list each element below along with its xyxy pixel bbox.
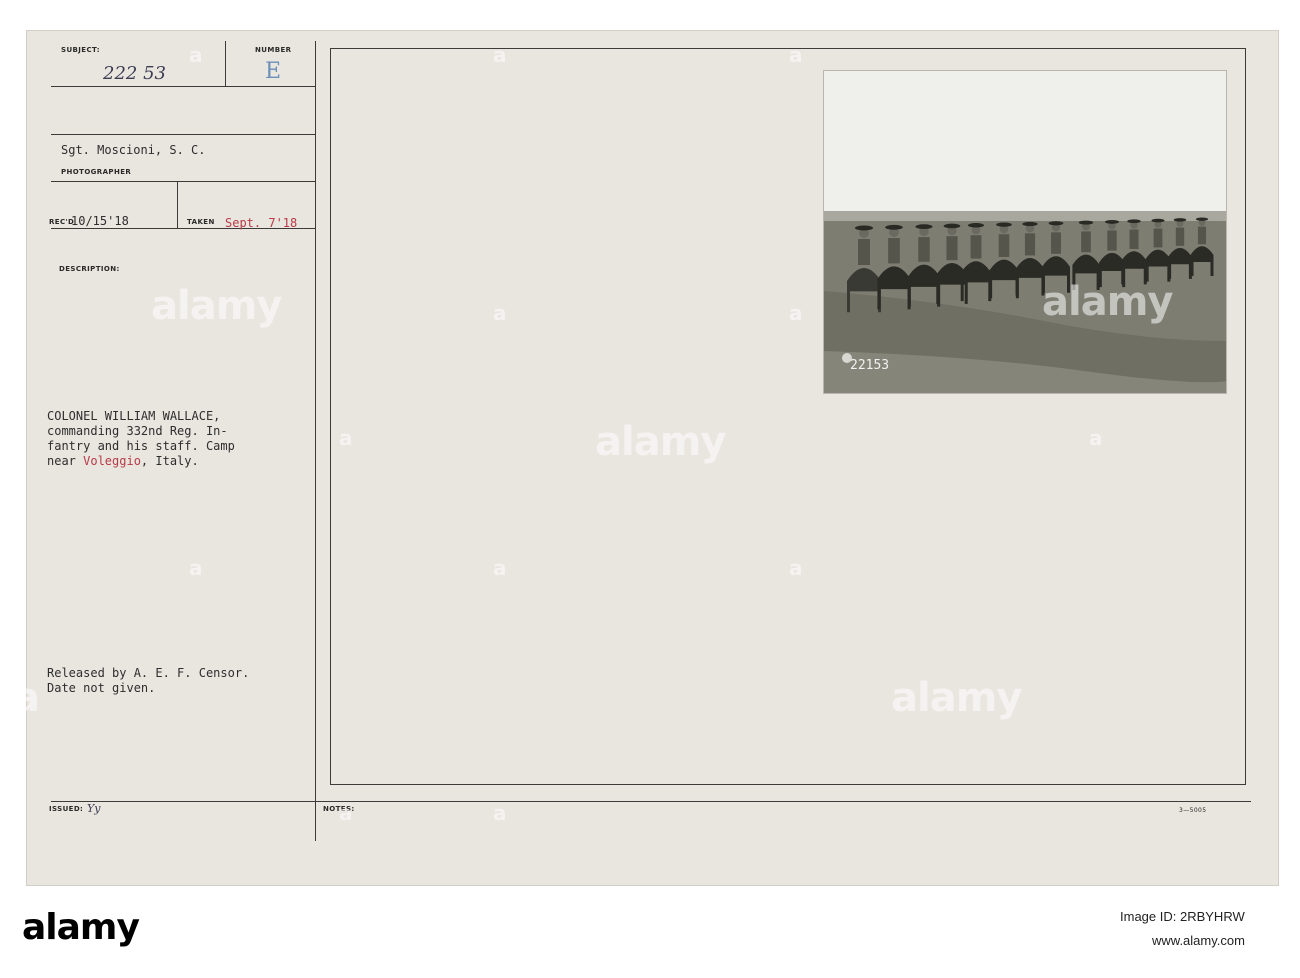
frame-left	[330, 48, 331, 785]
description-text: COLONEL WILLIAM WALLACE, commanding 332n…	[47, 409, 235, 469]
rule-recd-divider	[177, 181, 178, 228]
recd-value: 10/15'18	[71, 214, 129, 228]
watermark-dot: a	[789, 43, 803, 67]
form-code: 3—5005	[1179, 807, 1207, 814]
release-line: Released by A. E. F. Censor.	[47, 666, 250, 680]
watermark-dot: a	[789, 556, 803, 580]
photographer-name: Sgt. Moscioni, S. C.	[61, 143, 206, 157]
watermark-dot: a	[339, 801, 353, 825]
rule-subject	[51, 86, 315, 87]
description-line: commanding 332nd Reg. In-	[47, 424, 228, 438]
watermark-dot: a	[189, 43, 203, 67]
watermark-dot: a	[789, 301, 803, 325]
description-line-red: near Voleggio, Italy.	[47, 454, 235, 469]
description-label: DESCRIPTION:	[59, 265, 120, 273]
description-line: COLONEL WILLIAM WALLACE,	[47, 409, 221, 423]
frame-right	[1245, 48, 1246, 785]
watermark-dot: a	[493, 556, 507, 580]
release-line: Date not given.	[47, 681, 156, 695]
place-name-red: Voleggio	[83, 454, 141, 468]
watermark-dot: a	[189, 556, 203, 580]
subject-value: 222 53	[103, 63, 166, 84]
rule-photographer-bottom	[51, 181, 315, 182]
watermark: alamy	[891, 675, 1022, 721]
number-value: E	[265, 59, 282, 84]
taken-label: TAKEN	[187, 218, 215, 226]
photo-number: 22153	[850, 358, 890, 373]
release-text: Released by A. E. F. Censor. Date not gi…	[47, 666, 249, 696]
watermark: alamy	[595, 419, 726, 465]
frame-top	[330, 48, 1245, 49]
taken-value: Sept. 7'18	[225, 216, 298, 230]
rule-photographer	[51, 134, 315, 135]
number-label: NUMBER	[255, 46, 292, 54]
watermark: alamy	[151, 283, 282, 329]
watermark-dot: a	[339, 426, 353, 450]
description-line: fantry and his staff. Camp	[47, 439, 235, 453]
watermark: a	[13, 675, 40, 721]
photographer-label: PHOTOGRAPHER	[61, 168, 132, 176]
brand-logo: alamy	[22, 907, 140, 948]
watermark-dot: a	[493, 43, 507, 67]
watermark-dot: a	[1089, 426, 1103, 450]
stock-footer: alamy Image ID: 2RBYHRW www.alamy.com	[0, 887, 1300, 978]
subject-label: SUBJECT:	[61, 46, 100, 54]
archival-photograph: alamy 22153	[823, 70, 1227, 394]
image-id-text: Image ID: 2RBYHRW	[1120, 909, 1245, 924]
rule-bottom	[51, 801, 1251, 802]
issued-label: ISSUED:	[49, 805, 84, 813]
frame-bottom	[330, 784, 1245, 785]
description-line-4: near Voleggio, Italy.	[47, 454, 199, 468]
rule-subject-divider	[225, 41, 226, 86]
watermark: alamy	[1042, 279, 1173, 325]
mounted-officers-illustration	[824, 71, 1226, 393]
watermark-dot: a	[493, 301, 507, 325]
watermark-dot: a	[493, 801, 507, 825]
site-url: www.alamy.com	[1152, 933, 1245, 948]
rule-column-divider	[315, 41, 316, 841]
issued-value: Yy	[87, 802, 101, 815]
